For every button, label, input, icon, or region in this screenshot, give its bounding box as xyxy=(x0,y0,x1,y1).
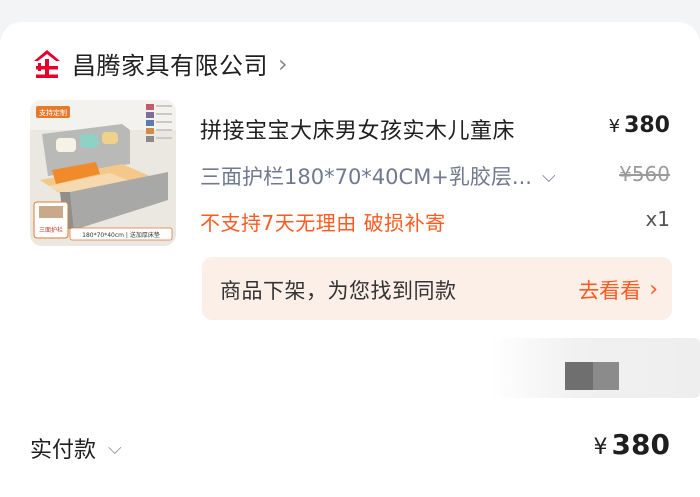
blur-block xyxy=(565,362,593,390)
payment-currency: ¥ xyxy=(593,435,608,460)
crib-illustration: 支持定制 三面护栏 180*70*40cm | 送加厚床垫 xyxy=(30,100,176,246)
original-price: ¥560 xyxy=(619,162,670,186)
shop-logo-icon xyxy=(34,49,60,78)
image-caption: 180*70*40cm | 送加厚床垫 xyxy=(82,231,160,239)
view-similar-link[interactable]: 去看看 › xyxy=(578,275,658,305)
chevron-right-icon: › xyxy=(278,49,288,78)
image-badge: 支持定制 xyxy=(39,108,67,117)
blur-block xyxy=(593,362,619,390)
image-corner-label: 三面护栏 xyxy=(39,226,63,234)
product-price: ¥380 xyxy=(609,113,670,138)
payment-amount: ¥380 xyxy=(594,428,670,461)
shop-header[interactable]: 昌腾家具有限公司 › xyxy=(30,46,288,81)
return-policy: 不支持7天无理由 破损补寄 xyxy=(200,211,446,235)
delisted-notice[interactable]: 商品下架，为您找到同款 去看看 › xyxy=(202,257,672,320)
payment-label-toggle[interactable]: 实付款 ⌵ xyxy=(30,432,122,464)
obscured-region xyxy=(490,338,700,398)
chevron-right-icon: › xyxy=(649,277,658,302)
product-image[interactable]: 支持定制 三面护栏 180*70*40cm | 送加厚床垫 xyxy=(30,100,176,246)
shop-name[interactable]: 昌腾家具有限公司 xyxy=(72,46,268,81)
price-currency: ¥ xyxy=(608,116,621,137)
chevron-down-icon: ⌵ xyxy=(541,165,556,187)
price-value: 380 xyxy=(624,113,670,138)
quantity: x1 xyxy=(645,207,670,231)
product-spec: 三面护栏180*70*40CM+乳胶层... xyxy=(200,165,532,189)
payment-value: 380 xyxy=(611,428,670,461)
notice-text: 商品下架，为您找到同款 xyxy=(220,279,457,303)
product-title[interactable]: 拼接宝宝大床男女孩实木儿童床 xyxy=(200,113,515,145)
payment-label: 实付款 xyxy=(30,438,97,463)
view-similar-label: 去看看 xyxy=(578,279,642,303)
product-spec-selector[interactable]: 三面护栏180*70*40CM+乳胶层... ⌵ xyxy=(200,161,556,191)
chevron-down-icon: ⌵ xyxy=(108,437,122,459)
